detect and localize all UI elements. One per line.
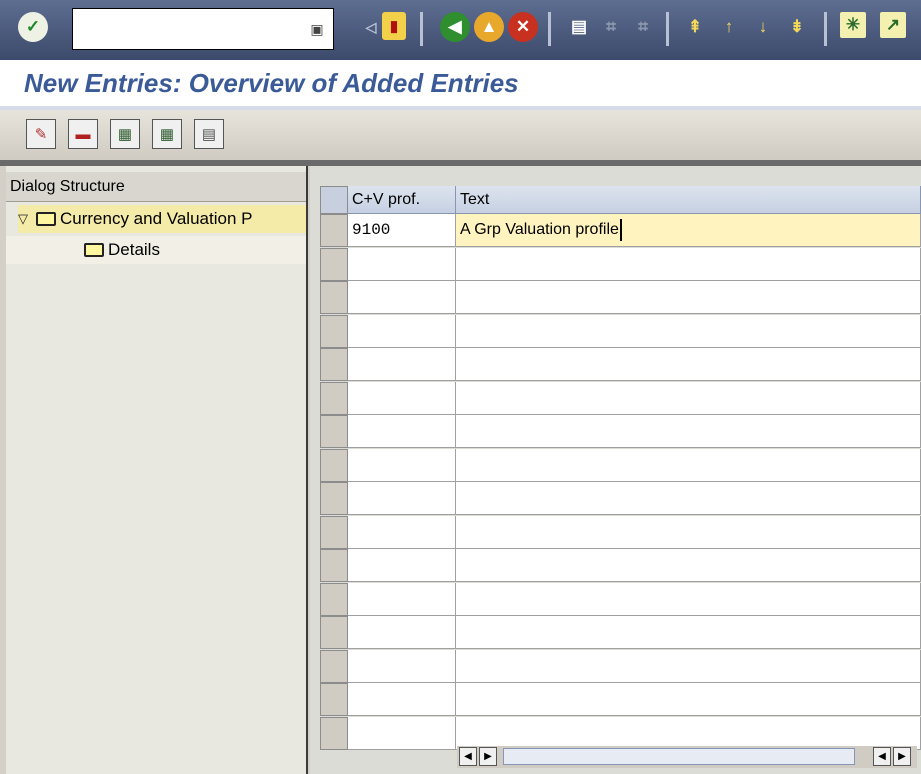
last-page-icon[interactable]: ⇟ [782,12,812,42]
cell-text[interactable]: A Grp Valuation profile [456,214,921,247]
create-session-icon[interactable]: ✳ [840,12,866,38]
exit-icon[interactable]: ▲ [474,12,504,42]
row-selector[interactable] [320,482,348,515]
shortcut-icon[interactable]: ↗ [880,12,906,38]
enter-icon[interactable]: ✓ [18,12,48,42]
cell-text[interactable] [456,449,921,482]
scroll-left-icon[interactable]: ◀ [459,747,477,766]
tree-node-label: Currency and Valuation P [60,209,253,228]
select-block-icon[interactable]: ▦ [152,119,182,149]
cell-cv-prof[interactable] [348,281,456,314]
cell-text-value: A Grp Valuation profile [460,221,619,238]
row-selector[interactable] [320,717,348,750]
cell-cv-prof[interactable] [348,516,456,549]
cell-cv-prof[interactable] [348,348,456,381]
cell-text[interactable] [456,482,921,515]
dialog-structure-header: Dialog Structure [6,172,306,202]
cell-cv-prof[interactable] [348,382,456,415]
row-selector[interactable] [320,382,348,415]
find-next-icon[interactable]: ⌗ [628,12,658,42]
cancel-icon[interactable]: ✕ [508,12,538,42]
row-selector[interactable] [320,248,348,281]
cell-cv-prof[interactable] [348,583,456,616]
cell-cv-prof[interactable] [348,248,456,281]
cell-cv-prof[interactable] [348,449,456,482]
cell-text[interactable] [456,516,921,549]
command-field-history-icon[interactable]: ▣ [300,8,334,50]
cell-text[interactable] [456,683,921,716]
cell-cv-prof[interactable] [348,650,456,683]
cell-text[interactable] [456,583,921,616]
command-field[interactable] [72,8,334,50]
cell-cv-prof[interactable] [348,683,456,716]
save-icon[interactable]: ▮ [382,12,406,40]
application-toolbar: ✎ ▬ ▦ ▦ ▤ [0,110,921,160]
column-header-cv-prof[interactable]: C+V prof. [348,186,456,214]
scroll-right-icon[interactable]: ▶ [893,747,911,766]
entries-table: C+V prof. Text 9100 A Grp Valuation profi… [310,166,921,774]
system-toolbar: ✓ ▣ ◁ ▮ ◀ ▲ ✕ ▤ ⌗ ⌗ ⇞ ↑ ↓ ⇟ ✳ ↗ [0,0,921,60]
row-selector[interactable] [320,616,348,649]
cell-text[interactable] [456,415,921,448]
back-icon[interactable]: ◀ [440,12,470,42]
column-header-text[interactable]: Text [456,186,921,214]
tree-node-details[interactable]: Details [6,236,306,264]
deselect-all-icon[interactable]: ▤ [194,119,224,149]
text-cursor [619,219,622,241]
cell-cv-prof[interactable] [348,482,456,515]
next-page-icon[interactable]: ↓ [748,12,778,42]
delete-icon[interactable]: ▬ [68,119,98,149]
cell-cv-prof[interactable]: 9100 [348,214,456,247]
cell-text[interactable] [456,549,921,582]
select-all-icon[interactable]: ▦ [110,119,140,149]
select-all-cell[interactable] [320,186,348,214]
tree-node-currency-valuation[interactable]: ▽ Currency and Valuation P [18,205,306,233]
cell-text[interactable] [456,348,921,381]
folder-icon [84,243,104,257]
row-selector[interactable] [320,315,348,348]
row-selector[interactable] [320,415,348,448]
scrollbar-thumb[interactable] [503,748,855,765]
cell-cv-prof[interactable] [348,315,456,348]
horizontal-scrollbar[interactable]: ◀ ▶ ◀ ▶ [457,746,917,768]
change-display-icon[interactable]: ✎ [26,119,56,149]
cell-text[interactable] [456,248,921,281]
page-title: New Entries: Overview of Added Entries [24,68,519,98]
row-selector[interactable] [320,683,348,716]
expand-triangle-icon[interactable]: ▽ [18,211,28,227]
row-selector[interactable] [320,583,348,616]
tree-node-label: Details [108,240,160,259]
cell-cv-prof[interactable] [348,717,456,750]
folder-open-icon [36,212,56,226]
previous-page-icon[interactable]: ↑ [714,12,744,42]
title-bar: New Entries: Overview of Added Entries [0,60,921,110]
row-selector[interactable] [320,549,348,582]
print-icon[interactable]: ▤ [564,12,594,42]
cell-cv-prof[interactable] [348,616,456,649]
dialog-structure-pane: Dialog Structure ▽ Currency and Valuatio… [6,166,308,774]
row-selector[interactable] [320,516,348,549]
first-page-icon[interactable]: ⇞ [680,12,710,42]
cell-text[interactable] [456,616,921,649]
row-selector[interactable] [320,650,348,683]
scroll-left-icon[interactable]: ◀ [873,747,891,766]
cell-text[interactable] [456,315,921,348]
row-selector[interactable] [320,214,348,247]
cell-text[interactable] [456,382,921,415]
cell-text[interactable] [456,281,921,314]
find-icon[interactable]: ⌗ [596,12,626,42]
row-selector[interactable] [320,281,348,314]
scroll-right-icon[interactable]: ▶ [479,747,497,766]
row-selector[interactable] [320,348,348,381]
cell-cv-prof[interactable] [348,549,456,582]
cell-text[interactable] [456,650,921,683]
row-selector[interactable] [320,449,348,482]
cell-cv-prof[interactable] [348,415,456,448]
